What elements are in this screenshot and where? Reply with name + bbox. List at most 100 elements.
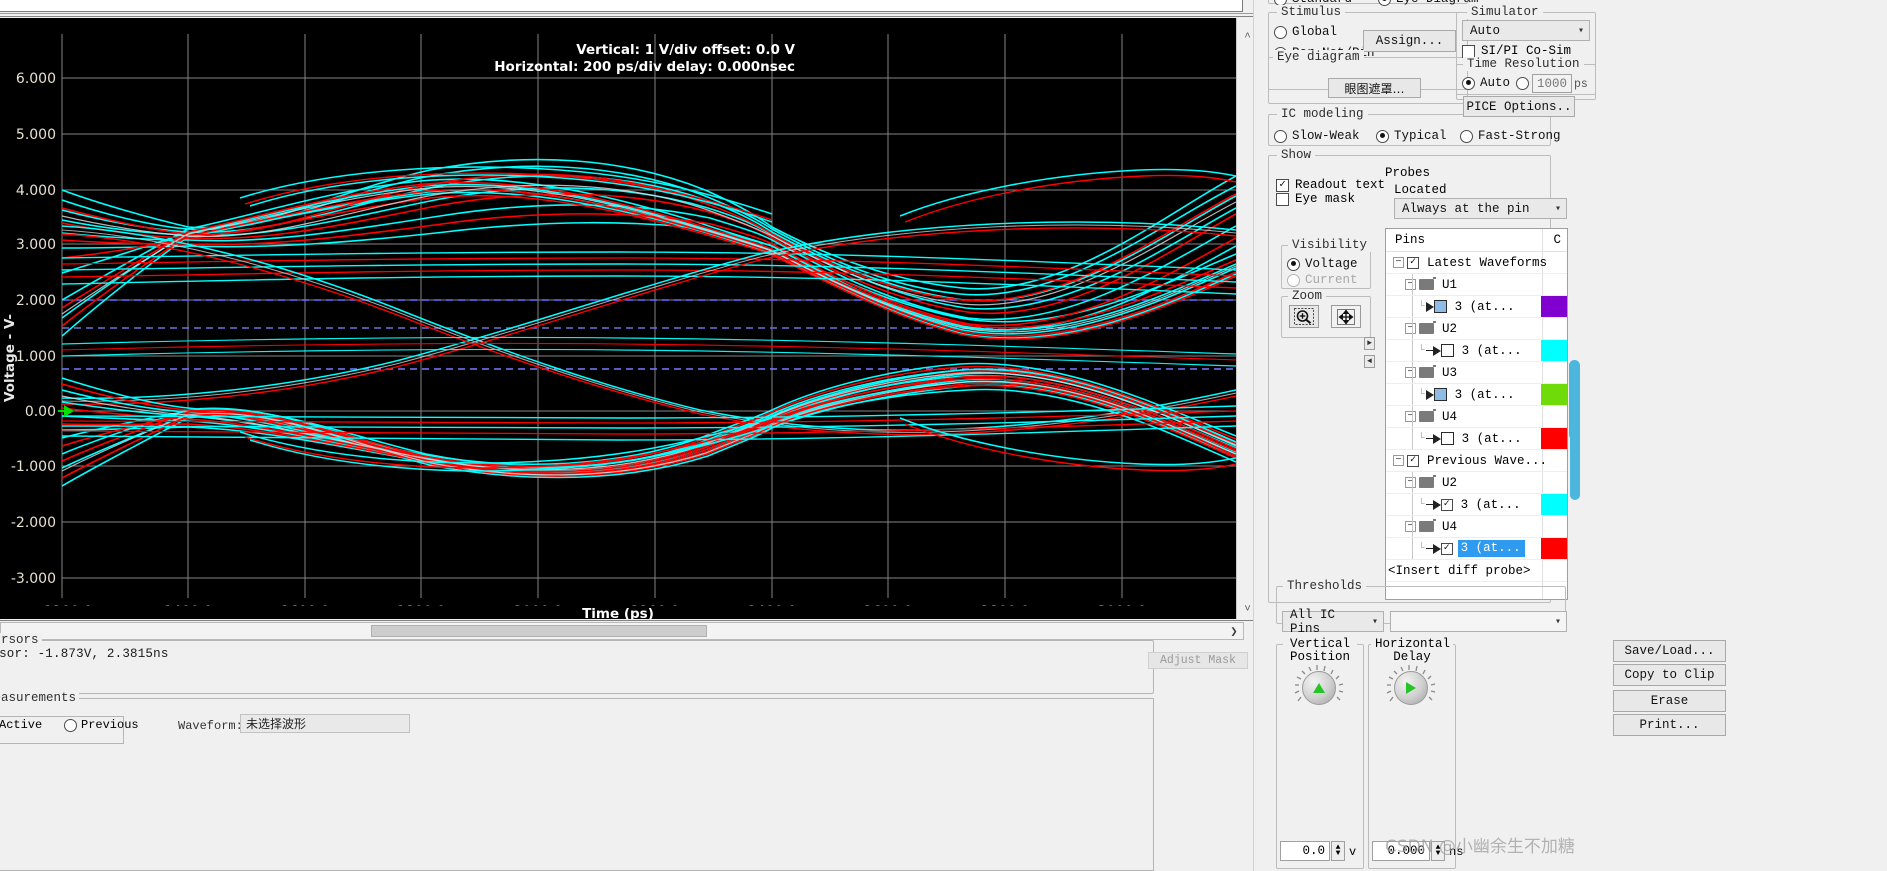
vertical-position-knob[interactable] xyxy=(1288,663,1352,719)
table-row-selected[interactable]: └ ✓ 3 (at... xyxy=(1386,538,1567,560)
collapse-icon[interactable]: − xyxy=(1405,521,1416,532)
erase-button[interactable]: Erase xyxy=(1613,690,1726,712)
time-resolution-input[interactable]: 1000 xyxy=(1532,74,1572,93)
readout-text-checkbox[interactable]: ✓ Readout text xyxy=(1276,178,1385,192)
collapse-icon[interactable]: − xyxy=(1393,257,1404,268)
adjust-mask-button[interactable]: Adjust Mask xyxy=(1148,652,1248,669)
collapse-icon[interactable]: − xyxy=(1405,367,1416,378)
horizontal-delay-input[interactable]: 0.000 xyxy=(1372,841,1430,861)
measurement-option-previous-label: Previous xyxy=(81,718,139,732)
ic-icon xyxy=(1419,477,1434,488)
expand-right-icon[interactable]: ► xyxy=(1364,337,1375,350)
table-row[interactable]: − ✓ Previous Wave... xyxy=(1386,450,1567,472)
simulator-mode-select[interactable]: Auto ▾ xyxy=(1462,20,1590,41)
vertical-position-stepper[interactable]: ▲▼ xyxy=(1331,841,1345,861)
horizontal-delay-knob[interactable] xyxy=(1380,663,1444,719)
probe-box-icon[interactable] xyxy=(1434,388,1447,401)
eye-mask-checkbox[interactable]: Eye mask xyxy=(1276,192,1355,206)
svg-text:1.000: 1.000 xyxy=(16,349,56,365)
eye-diagram-plot-frame: Vertical: 1 V/div offset: 0.0 V Horizont… xyxy=(0,16,1258,621)
table-row[interactable]: − U1 xyxy=(1386,274,1567,296)
probe-box-icon[interactable] xyxy=(1441,344,1454,357)
color-swatch[interactable] xyxy=(1541,428,1567,449)
table-row[interactable]: └ 3 (at... xyxy=(1386,384,1567,406)
eye-diagram-plot[interactable]: Vertical: 1 V/div offset: 0.0 V Horizont… xyxy=(0,18,1236,619)
color-swatch[interactable] xyxy=(1541,340,1567,361)
table-row[interactable]: − U4 xyxy=(1386,406,1567,428)
thresholds-select[interactable]: All IC Pins ▾ xyxy=(1282,611,1384,632)
color-swatch[interactable] xyxy=(1541,384,1567,405)
insert-diff-probe-row[interactable]: <Insert diff probe> xyxy=(1386,560,1567,582)
tree-label: U1 xyxy=(1442,278,1457,292)
ic-slow-weak-radio[interactable]: Slow-Weak xyxy=(1274,129,1360,143)
probes-title: Probes xyxy=(1385,166,1430,180)
checkbox-box[interactable]: ✓ xyxy=(1407,257,1419,269)
zoom-legend: Zoom xyxy=(1288,289,1326,303)
time-resolution-manual-radio[interactable] xyxy=(1516,77,1529,90)
visibility-voltage-radio[interactable]: Voltage xyxy=(1287,257,1358,271)
scroll-right-icon[interactable]: ❯ xyxy=(1227,624,1241,638)
time-resolution-auto-radio[interactable]: Auto xyxy=(1462,76,1510,90)
mode-eye-diagram-radio[interactable]: Eye Diagram xyxy=(1378,0,1479,6)
table-row[interactable]: └ ✓ 3 (at... xyxy=(1386,494,1567,516)
visibility-current-radio[interactable]: Current xyxy=(1287,273,1358,287)
spice-options-button[interactable]: PICE Options.. xyxy=(1463,96,1575,117)
vertical-position-input[interactable]: 0.0 xyxy=(1280,841,1330,861)
measurement-option-active[interactable]: Active xyxy=(0,718,42,732)
probe-box-icon[interactable] xyxy=(1434,300,1447,313)
probe-checkbox[interactable]: ✓ xyxy=(1441,499,1453,511)
ic-typical-radio[interactable]: Typical xyxy=(1376,129,1447,143)
expand-left-icon[interactable]: ◄ xyxy=(1364,355,1375,368)
color-swatch[interactable] xyxy=(1541,494,1567,515)
copy-to-clip-button[interactable]: Copy to Clip xyxy=(1613,664,1726,686)
color-swatch[interactable] xyxy=(1541,296,1567,317)
thresholds-secondary-select[interactable]: ▾ xyxy=(1390,611,1567,632)
tree-label: 3 (at... xyxy=(1455,300,1515,314)
waveform-select[interactable]: 未选择波形 xyxy=(240,714,410,733)
stimulus-global-radio[interactable]: Global xyxy=(1274,25,1337,39)
collapse-icon[interactable]: − xyxy=(1405,477,1416,488)
visibility-voltage-label: Voltage xyxy=(1305,257,1358,271)
horizontal-delay-title: Horizontal Delay xyxy=(1371,638,1453,664)
chevron-down-icon: ▾ xyxy=(1578,25,1584,37)
pins-scroll-thumb[interactable] xyxy=(1570,380,1580,500)
probe-checkbox[interactable]: ✓ xyxy=(1441,543,1453,555)
measurement-option-previous[interactable]: Previous xyxy=(64,718,139,732)
pan-icon[interactable] xyxy=(1331,305,1361,328)
collapse-icon[interactable]: − xyxy=(1405,279,1416,290)
collapse-icon[interactable]: − xyxy=(1405,411,1416,422)
probe-box-icon[interactable] xyxy=(1441,432,1454,445)
table-row[interactable]: − U3 xyxy=(1386,362,1567,384)
eye-mask-label: Eye mask xyxy=(1295,192,1355,206)
eye-mask-button[interactable]: 眼图遮罩… xyxy=(1328,78,1421,98)
assign-button[interactable]: Assign... xyxy=(1363,30,1456,52)
collapse-icon[interactable]: − xyxy=(1405,323,1416,334)
si-pi-cosim-checkbox[interactable]: SI/PI Co-Sim xyxy=(1462,44,1571,58)
horizontal-delay-stepper[interactable]: ▲▼ xyxy=(1431,841,1445,861)
knob-dial[interactable] xyxy=(1394,671,1428,705)
table-row[interactable]: − ✓ Latest Waveforms xyxy=(1386,252,1567,274)
table-row[interactable]: └ 3 (at... xyxy=(1386,428,1567,450)
knob-dial[interactable] xyxy=(1302,671,1336,705)
radio-dot xyxy=(1376,130,1389,143)
chevron-down-icon: ▾ xyxy=(1555,203,1561,215)
table-row[interactable]: − U2 xyxy=(1386,318,1567,340)
pins-tree[interactable]: Pins C − ✓ Latest Waveforms − U1 └ xyxy=(1385,228,1568,600)
checkbox-box[interactable]: ✓ xyxy=(1407,455,1419,467)
print-button[interactable]: Print... xyxy=(1613,714,1726,736)
plot-hscroll-thumb[interactable] xyxy=(371,625,707,637)
probes-located-select[interactable]: Always at the pin ▾ xyxy=(1394,198,1567,219)
plot-horizontal-scrollbar[interactable]: ❯ xyxy=(0,622,1244,640)
table-row[interactable]: └ 3 (at... xyxy=(1386,340,1567,362)
color-swatch[interactable] xyxy=(1541,538,1567,559)
table-row[interactable]: − U2 xyxy=(1386,472,1567,494)
ic-fast-strong-radio[interactable]: Fast-Strong xyxy=(1460,129,1561,143)
save-load-button[interactable]: Save/Load... xyxy=(1613,640,1726,662)
table-row[interactable]: └ 3 (at... xyxy=(1386,296,1567,318)
cursor-readout: Cursor: -1.873V, 2.3815ns xyxy=(0,647,169,661)
table-row[interactable]: − U4 xyxy=(1386,516,1567,538)
zoom-in-icon[interactable] xyxy=(1289,305,1319,328)
time-resolution-unit: ps xyxy=(1574,78,1588,91)
collapse-icon[interactable]: − xyxy=(1393,455,1404,466)
cursors-groupbox: Cursors xyxy=(0,640,1154,694)
